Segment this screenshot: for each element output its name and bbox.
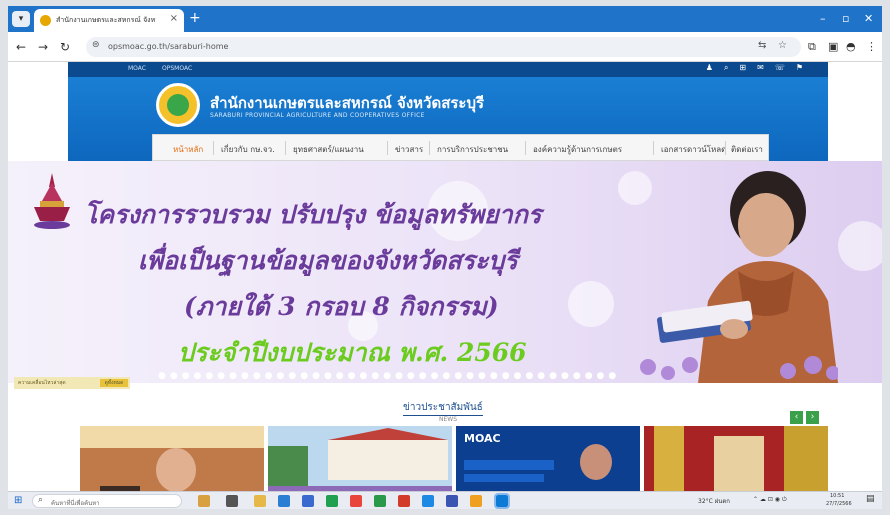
news-section-subtitle: NEWS (439, 416, 458, 423)
menu-icon[interactable]: ⋮ (866, 40, 877, 53)
sidebar-icon[interactable]: ▣ (828, 40, 838, 53)
windows-taskbar: ⊞ ⌕ ค้นหาที่นี่เพื่อค้นหา 32°C ฝนตก ⌃ ☁ … (8, 491, 882, 509)
banner-line-2: เพื่อเป็นฐานข้อมูลของจังหวัดสระบุรี (138, 246, 518, 275)
nav-home[interactable]: หน้าหลัก (173, 143, 203, 156)
site-subtitle: SARABURI PROVINCIAL AGRICULTURE AND COOP… (210, 112, 425, 119)
ticker-label: ความเคลื่อนไหวล่าสุด (18, 380, 66, 386)
nav-services[interactable]: การบริการประชาชน (437, 143, 508, 156)
nav-knowledge[interactable]: องค์ความรู้ด้านการเกษตร (533, 143, 622, 156)
start-icon[interactable]: ⊞ (14, 495, 22, 506)
address-bar[interactable]: ⊜ opsmoac.go.th/saraburi-home ⇆ ☆ (86, 37, 801, 57)
file-explorer-icon[interactable] (254, 495, 266, 507)
clock-date[interactable]: 27/7/2566 (826, 501, 852, 507)
profile-icon[interactable]: ◓ (846, 40, 856, 53)
clock-time[interactable]: 10:51 (830, 493, 844, 499)
store-icon[interactable] (326, 495, 338, 507)
browser-active-icon[interactable] (494, 493, 510, 509)
moac-brand-text: MOAC (464, 432, 501, 445)
minimize-icon[interactable]: – (820, 12, 826, 25)
news-section-title[interactable]: ข่าวประชาสัมพันธ์ (403, 400, 483, 416)
opsmoac-link[interactable]: OPSMOAC (162, 65, 192, 72)
translate-icon[interactable]: ⇆ (758, 40, 766, 51)
maximize-icon[interactable]: ▫ (842, 12, 849, 25)
temple-emblem-icon (34, 173, 70, 229)
line-icon[interactable] (374, 495, 386, 507)
mail-icon[interactable] (302, 495, 314, 507)
tab-title: สำนักงานเกษตรและสหกรณ์ จังหวัดส... (56, 16, 156, 24)
princess-portrait (640, 171, 838, 383)
new-tab-icon[interactable]: + (189, 10, 201, 26)
office-logo (156, 83, 200, 127)
main-navigation: หน้าหลัก เกี่ยวกับ กษ.จว. ยุทธศาสตร์/แผน… (152, 134, 769, 161)
back-icon[interactable]: ← (16, 40, 26, 54)
reload-icon[interactable]: ↻ (60, 40, 70, 54)
news-next-icon[interactable]: › (806, 411, 819, 424)
tab-saraburi[interactable]: สำนักงานเกษตรและสหกรณ์ จังหวัดส... × (34, 9, 184, 32)
tab-search-icon[interactable]: ▾ (12, 11, 30, 27)
banner-line-1: โครงการรวบรวม ปรับปรุง ข้อมูลทรัพยากร (84, 200, 542, 229)
system-tray-icons[interactable]: ⌃ ☁ ⊡ ◉ ⏻ (753, 496, 787, 504)
edge-icon[interactable] (278, 495, 290, 507)
nav-contact[interactable]: ติดต่อเรา (731, 143, 763, 156)
address-toolbar: ← → ↻ ⊜ opsmoac.go.th/saraburi-home ⇆ ☆ … (8, 32, 882, 62)
close-tab-icon[interactable]: × (170, 13, 178, 24)
teams-icon[interactable] (446, 495, 458, 507)
hero-banner[interactable]: โครงการรวบรวม ปรับปรุง ข้อมูลทรัพยากร เพ… (8, 161, 882, 383)
nav-strategy[interactable]: ยุทธศาสตร์/แผนงาน (293, 143, 364, 156)
taskbar-app-icon[interactable] (198, 495, 210, 507)
search-icon: ⌕ (38, 495, 44, 505)
app-icon[interactable] (398, 495, 410, 507)
nav-about[interactable]: เกี่ยวกับ กษ.จว. (221, 143, 275, 156)
close-window-icon[interactable]: ✕ (864, 12, 873, 25)
banner-line-3: (ภายใต้ 3 กรอบ 8 กิจกรรม) (184, 292, 499, 321)
taskbar-search-placeholder: ค้นหาที่นี่เพื่อค้นหา (51, 500, 100, 507)
favicon-icon (40, 15, 51, 26)
top-utility-icons[interactable]: ♟⌕⊞✉☏⚑ (706, 63, 814, 73)
news-ticker[interactable]: ความเคลื่อนไหวล่าสุด ดูทั้งหมด (14, 377, 130, 389)
extensions-icon[interactable]: ⧉ (808, 40, 816, 54)
task-view-icon[interactable] (226, 495, 238, 507)
star-icon[interactable]: ☆ (778, 40, 787, 51)
nav-downloads[interactable]: เอกสารดาวน์โหลด (661, 143, 726, 156)
weather-widget[interactable]: 32°C ฝนตก (698, 496, 730, 506)
taskbar-search[interactable]: ⌕ ค้นหาที่นี่เพื่อค้นหา (32, 494, 182, 508)
word-icon[interactable] (422, 495, 434, 507)
notification-icon[interactable]: ▤ (866, 494, 875, 504)
nav-news[interactable]: ข่าวสาร (395, 143, 423, 156)
tab-bar: ▾ สำนักงานเกษตรและสหกรณ์ จังหวัดส... × +… (8, 6, 882, 32)
news-prev-icon[interactable]: ‹ (790, 411, 803, 424)
banner-line-4: ประจำปีงบประมาณ พ.ศ. 2566 (178, 338, 527, 367)
top-strip: MOAC OPSMOAC ♟⌕⊞✉☏⚑ (68, 62, 828, 77)
slider-dots[interactable]: ●●●●●●●●●●●●●●●●●●●●●●●●●●●●●●●●●●●●●●● (158, 371, 620, 381)
url-text: opsmoac.go.th/saraburi-home (108, 42, 229, 51)
moac-link[interactable]: MOAC (128, 65, 146, 72)
ticker-badge[interactable]: ดูทั้งหมด (100, 379, 128, 387)
photos-icon[interactable] (470, 495, 482, 507)
browser-window: ▾ สำนักงานเกษตรและสหกรณ์ จังหวัดส... × +… (8, 6, 882, 509)
chrome-icon[interactable] (350, 495, 362, 507)
forward-icon[interactable]: → (38, 40, 48, 54)
site-settings-icon[interactable]: ⊜ (92, 40, 100, 50)
